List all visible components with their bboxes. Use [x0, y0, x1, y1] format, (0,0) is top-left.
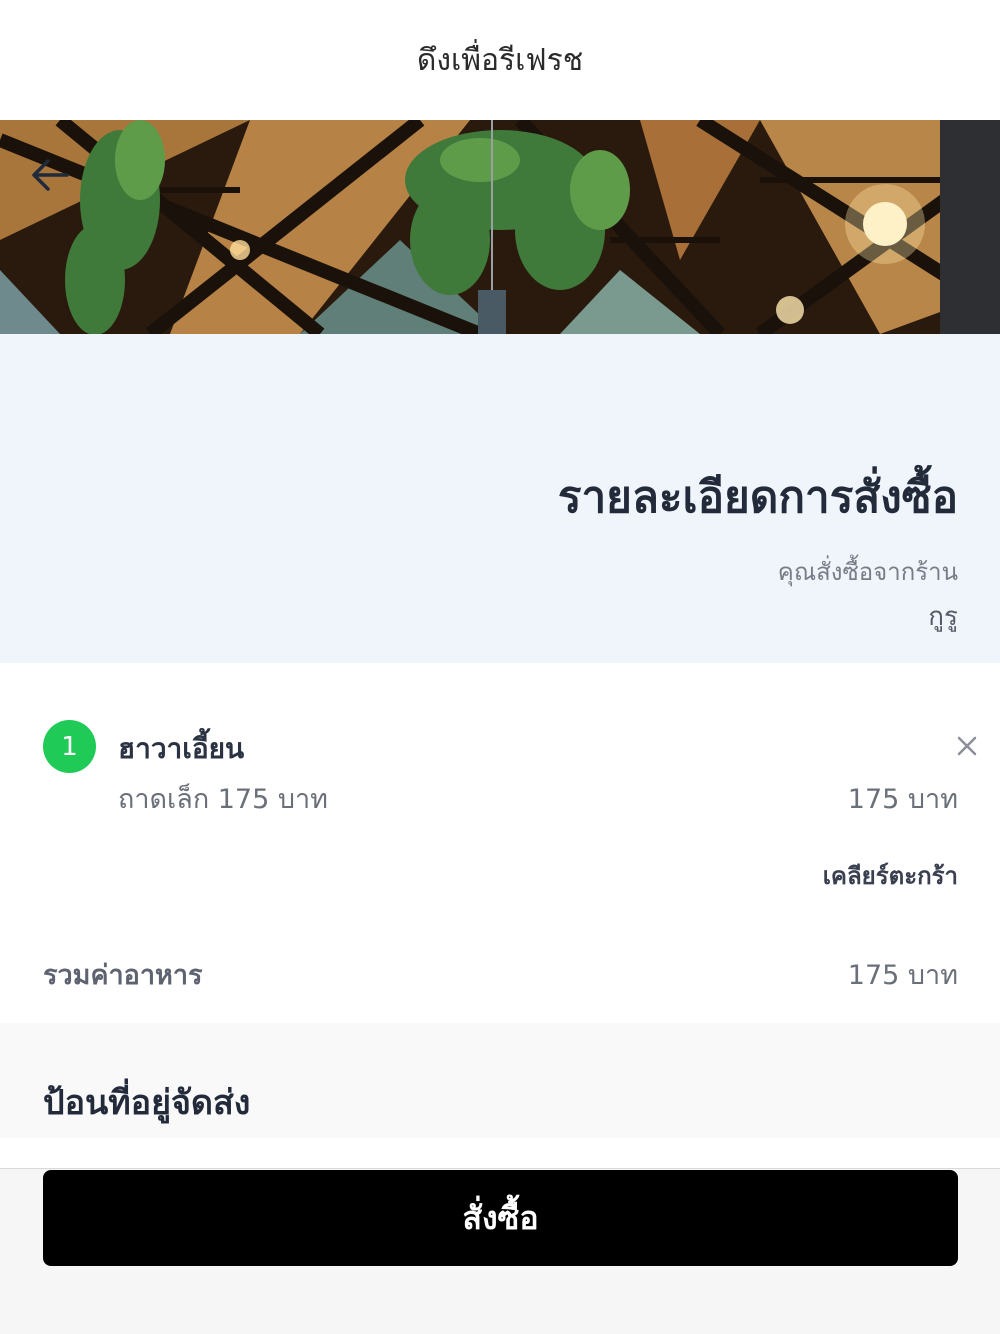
delivery-address-section[interactable]: ป้อนที่อยู่จัดส่ง [0, 1023, 1000, 1138]
clear-cart-link[interactable]: เคลียร์ตะกร้า [823, 856, 958, 895]
shop-name: กูรู [928, 602, 958, 632]
arrow-left-icon [32, 159, 69, 191]
item-quantity-badge: 1 [43, 720, 96, 773]
order-summary-header: รายละเอียดการสั่งซื้อ คุณสั่งซื้อจากร้าน… [0, 334, 1000, 663]
back-button[interactable] [30, 158, 90, 206]
subtotal-value: 175 บาท [847, 960, 958, 991]
pull-to-refresh-text: ดึงเพื่อรีเฟรช [0, 0, 1000, 120]
delivery-address-title: ป้อนที่อยู่จัดส่ง [43, 1083, 251, 1123]
cart-items-section: 1 ฮาวาเอี้ยน ถาดเล็ก 175 บาท 175 บาท เคล… [0, 663, 1000, 1023]
item-name: ฮาวาเอี้ยน [118, 732, 245, 765]
close-icon [957, 736, 977, 756]
subtotal-label: รวมค่าอาหาร [43, 960, 203, 991]
remove-item-button[interactable] [950, 729, 984, 763]
cover-photo-illustration [0, 120, 1000, 334]
place-order-button[interactable]: สั่งซื้อ [43, 1170, 958, 1266]
page-title: รายละเอียดการสั่งซื้อ [557, 472, 958, 523]
ordered-from-label: คุณสั่งซื้อจากร้าน [777, 558, 958, 586]
item-option: ถาดเล็ก 175 บาท [118, 784, 328, 815]
restaurant-cover-image [0, 120, 1000, 334]
item-price: 175 บาท [847, 784, 958, 815]
